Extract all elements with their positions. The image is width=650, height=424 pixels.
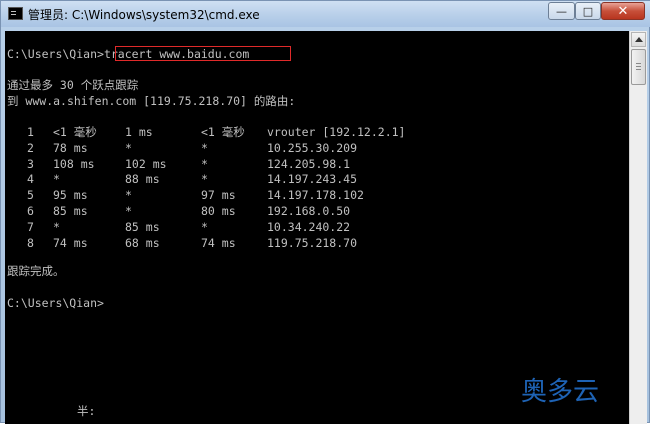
hop-rtt-2: 1 ms [125,125,153,139]
ime-status: 半: [77,404,96,418]
watermark-text: 奥多云 [521,377,600,407]
hop-number: 8 [27,235,34,250]
command-highlight-box [115,46,291,61]
title-bar[interactable]: 管理员: C:\Windows\system32\cmd.exe — □ ✕ [1,1,650,27]
hop-host: 124.205.98.1 [267,156,351,171]
hop-host: vrouter [192.12.2.1] [267,125,406,139]
hop-rtt-2: * [125,204,132,218]
hop-host: 14.197.243.45 [267,172,358,187]
close-button[interactable]: ✕ [601,2,645,20]
hop-rtt-1: 78 ms [53,140,88,155]
window-title: 管理员: C:\Windows\system32\cmd.exe [28,8,260,22]
hop-number: 7 [27,219,34,234]
hop-rtt-3: <1 毫秒 [201,125,245,139]
hop-number: 1 [27,125,34,139]
hop-rtt-2: * [125,188,132,203]
hop-rtt-1: * [53,172,60,187]
trace-header-hops: 通过最多 30 个跃点跟踪 [7,78,139,92]
hop-host: 14.197.178.102 [267,188,364,203]
hop-rtt-3: 80 ms [201,204,236,218]
hop-number: 3 [27,156,34,171]
hop-rtt-3: * [201,140,208,155]
maximize-button[interactable]: □ [575,2,601,20]
hop-number: 2 [27,140,34,155]
hop-rtt-2: 102 ms [125,156,167,171]
hop-rtt-1: 108 ms [53,156,95,171]
hop-rtt-2: 85 ms [125,219,160,234]
prompt: C:\Users\Qian> [7,47,104,61]
hop-rtt-1: 85 ms [53,204,88,218]
hop-rtt-3: * [201,172,208,187]
hop-rtt-1: * [53,219,60,234]
vertical-scrollbar[interactable] [629,31,647,424]
hop-number: 4 [27,172,34,187]
hop-rtt-3: * [201,156,208,171]
hop-rtt-1: 74 ms [53,235,88,250]
hop-host: 10.34.240.22 [267,219,351,234]
arrow-up-icon [634,37,643,42]
hop-rtt-2: * [125,140,132,155]
hop-rtt-3: 97 ms [201,188,236,203]
hop-rtt-3: * [201,219,208,234]
hop-rtt-3: 74 ms [201,235,236,250]
console-output[interactable]: C:\Users\Qian>tracert www.baidu.com 通过最多… [5,31,629,424]
prompt-line: C:\Users\Qian> [7,296,104,310]
minimize-button[interactable]: — [548,2,575,20]
hop-host: 119.75.218.70 [267,235,358,250]
trace-header-target: 到 www.a.shifen.com [119.75.218.70] 的路由: [7,94,296,108]
hop-rtt-1: <1 毫秒 [53,125,97,139]
trace-complete-text: 跟踪完成。 [7,264,65,278]
hop-number: 5 [27,188,34,203]
hop-number: 6 [27,204,34,218]
scroll-up-button[interactable] [631,32,646,47]
hop-rtt-1: 95 ms [53,188,88,203]
scroll-thumb[interactable] [631,49,646,85]
hop-host: 192.168.0.50 [267,204,351,218]
hop-host: 10.255.30.209 [267,140,358,155]
cmd-app-icon[interactable] [8,7,23,20]
cmd-window: 管理员: C:\Windows\system32\cmd.exe — □ ✕ C… [0,0,650,424]
hop-rtt-2: 68 ms [125,235,160,250]
hop-rtt-2: 88 ms [125,172,160,187]
